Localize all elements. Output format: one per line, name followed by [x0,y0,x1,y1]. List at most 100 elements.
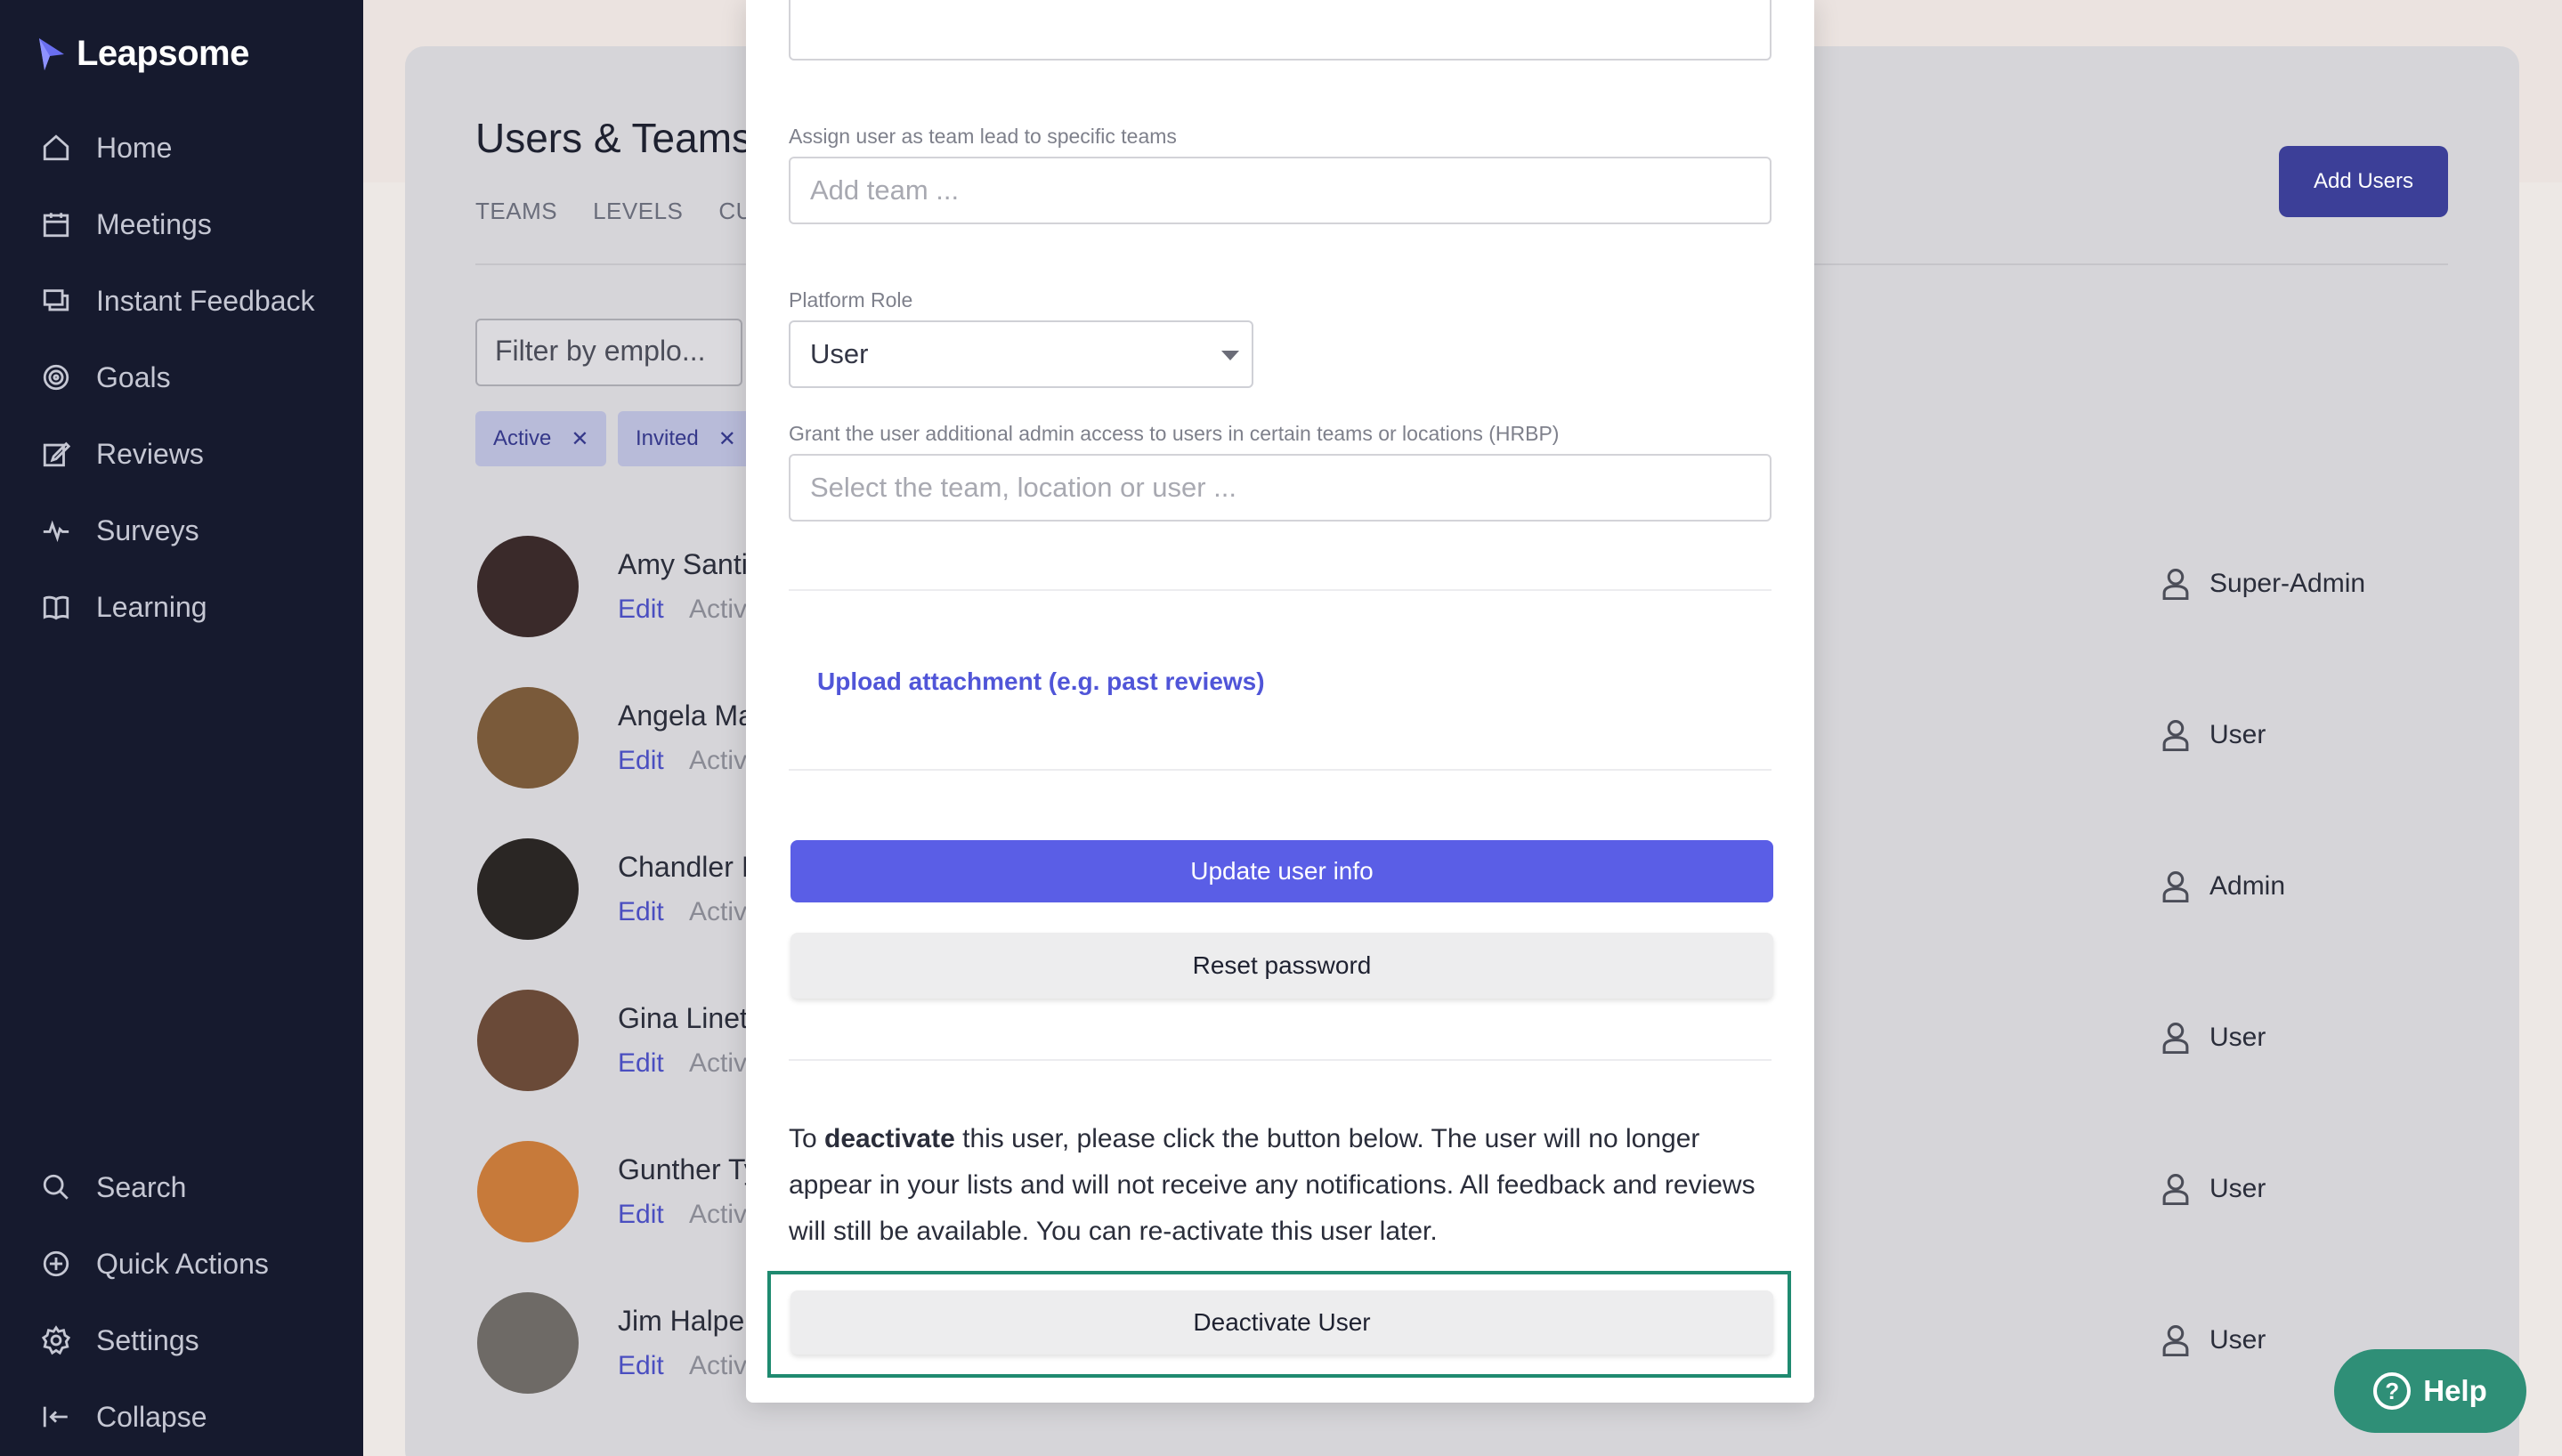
pulse-icon [41,515,71,546]
avatar [477,1292,579,1394]
chip-label: Invited [636,426,699,450]
add-users-button[interactable]: Add Users [2279,146,2448,217]
divider [789,1059,1772,1061]
user-name: Jim Halpe [618,1305,745,1337]
user-icon [2162,569,2189,600]
hrbp-label: Grant the user additional admin access t… [789,422,1560,445]
sidebar-item-label: Collapse [96,1400,207,1433]
edit-link[interactable]: Edit [618,746,664,776]
user-role: User [2161,1324,2266,1356]
user-icon [2162,1023,2189,1054]
sidebar-item-meetings[interactable]: Meetings [41,203,212,246]
platform-role-select[interactable]: User [789,320,1253,388]
text-part: To [789,1124,825,1153]
role-label: Super-Admin [2209,569,2366,598]
page-tabs: TEAMS LEVELS CUS [475,198,769,225]
chip-label: Active [493,426,552,450]
user-name: Gunther Ty [618,1153,758,1185]
sidebar-item-collapse[interactable]: Collapse [41,1395,207,1438]
plus-circle-icon [41,1249,71,1279]
user-status: Activ [689,897,748,926]
user-name: Angela Ma [618,700,754,732]
tab-teams[interactable]: TEAMS [475,198,557,225]
page-title: Users & Teams [475,115,753,161]
sidebar-item-goals[interactable]: Goals [41,356,171,399]
app-name: Leapsome [77,34,249,73]
tab-levels[interactable]: LEVELS [593,198,683,225]
user-status: Activ [689,1200,748,1229]
sidebar-item-reviews[interactable]: Reviews [41,433,204,475]
user-role: User [2161,1173,2266,1205]
edit-link[interactable]: Edit [618,897,664,927]
platform-role-value: User [810,338,869,369]
hrbp-select-input[interactable]: Select the team, location or user ... [789,454,1772,522]
target-icon [41,362,71,392]
sidebar-item-label: Home [96,131,173,164]
help-button[interactable]: ? Help [2334,1349,2526,1433]
role-label: User [2209,1023,2266,1052]
edit-link[interactable]: Edit [618,595,664,625]
user-role: User [2161,1022,2266,1054]
sidebar-item-learning[interactable]: Learning [41,586,207,628]
app-logo[interactable]: Leapsome [37,34,249,74]
sidebar-item-instant-feedback[interactable]: Instant Feedback [41,279,314,322]
platform-role-label: Platform Role [789,288,913,311]
avatar [477,838,579,940]
upload-attachment-link[interactable]: Upload attachment (e.g. past reviews) [817,667,1265,696]
sidebar-item-label: Reviews [96,437,204,470]
close-icon[interactable]: ✕ [718,426,736,452]
avatar [477,1141,579,1242]
highlight-box [767,1271,1791,1378]
question-icon: ? [2373,1372,2412,1410]
sidebar-item-home[interactable]: Home [41,126,172,169]
edit-link[interactable]: Edit [618,1200,664,1230]
sidebar: Leapsome Home Meetings Instant Feedback … [0,0,363,1456]
calendar-icon [41,209,71,239]
edit-link[interactable]: Edit [618,1351,664,1381]
home-icon [41,133,71,163]
book-icon [41,592,71,622]
user-role: Admin [2161,870,2285,902]
chat-icon [41,286,71,316]
avatar [477,687,579,789]
filter-chip-invited[interactable]: Invited ✕ [618,411,754,466]
edit-link[interactable]: Edit [618,1048,664,1079]
sidebar-item-label: Quick Actions [96,1247,269,1280]
edit-icon [41,439,71,469]
sidebar-item-settings[interactable]: Settings [41,1319,199,1362]
user-status: Activ [689,595,748,624]
user-role: Super-Admin [2161,568,2365,600]
employee-filter-select[interactable]: Filter by emplo... [475,319,742,386]
leapsome-logo-icon [39,37,64,70]
avatar [477,536,579,637]
user-icon [2162,1325,2189,1356]
user-icon [2162,1174,2189,1205]
user-status: Activ [689,1048,748,1078]
role-label: User [2209,1174,2266,1203]
sidebar-item-label: Goals [96,360,171,393]
search-icon [41,1172,71,1202]
filter-chip-active[interactable]: Active ✕ [475,411,607,466]
avatar [477,990,579,1091]
sidebar-item-label: Search [96,1170,187,1203]
team-lead-label: Assign user as team lead to specific tea… [789,125,1177,148]
deactivate-description: To deactivate this user, please click th… [789,1116,1777,1255]
collapse-icon [41,1402,71,1432]
role-label: Admin [2209,871,2286,901]
user-name: Amy Santi [618,548,748,580]
sidebar-item-search[interactable]: Search [41,1166,186,1209]
sidebar-item-label: Meetings [96,207,212,240]
sidebar-item-label: Learning [96,590,207,623]
gear-icon [41,1325,71,1355]
reset-password-button[interactable]: Reset password [790,933,1773,999]
help-label: Help [2423,1374,2487,1407]
divider [789,589,1772,591]
previous-field-input[interactable] [789,0,1772,61]
close-icon[interactable]: ✕ [571,426,588,452]
user-status: Activ [689,1351,748,1380]
sidebar-item-quick-actions[interactable]: Quick Actions [41,1242,269,1285]
divider [789,769,1772,771]
update-user-info-button[interactable]: Update user info [790,840,1773,902]
add-team-input[interactable]: Add team ... [789,157,1772,224]
sidebar-item-surveys[interactable]: Surveys [41,509,199,552]
